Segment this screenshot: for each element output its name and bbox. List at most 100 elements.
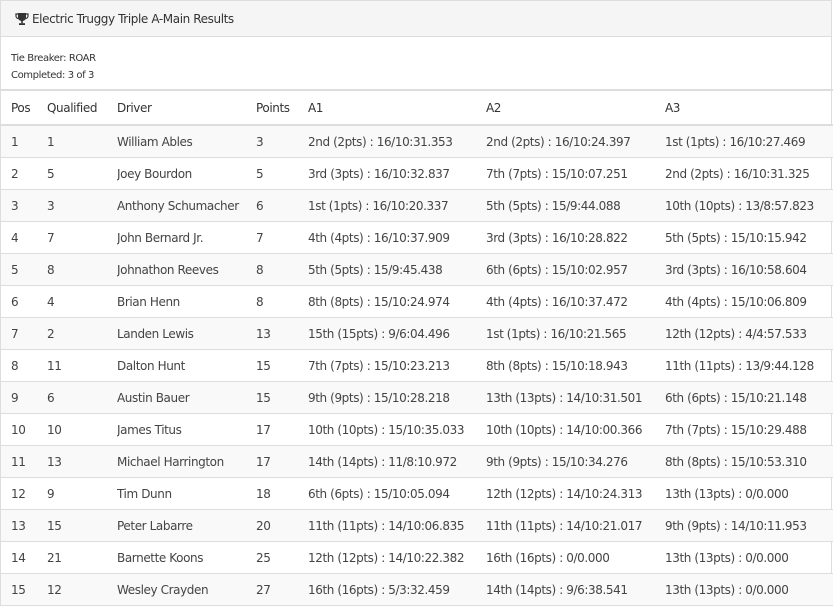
a1-cell: 7th (7pts) : 15/10:23.213: [308, 349, 486, 382]
pos-cell: 2: [1, 157, 47, 190]
a1-cell: 6th (6pts) : 15/10:05.094: [308, 477, 486, 510]
table-row: 9 6 Austin Bauer 15 9th (9pts) : 15/10:28.21…: [1, 381, 833, 414]
panel-heading: Electric Truggy Triple A-Main Results: [1, 1, 831, 37]
table-row: 15 12 Wesley Crayden 27 16th (16pts) : 5/3:3…: [1, 573, 833, 606]
a1-cell: 2nd (2pts) : 16/10:31.353: [308, 125, 486, 158]
qualified-cell: 3: [47, 189, 117, 222]
a1-cell: 10th (10pts) : 15/10:35.033: [308, 413, 486, 446]
driver-cell: Tim Dunn: [117, 477, 256, 510]
a3-cell: 13th (13pts) : 0/0.000: [665, 541, 833, 574]
a2-cell: 5th (5pts) : 15/9:44.088: [486, 189, 665, 222]
a2-cell: 1st (1pts) : 16/10:21.565: [486, 317, 665, 350]
points-cell: 13: [256, 317, 308, 350]
a2-cell: 8th (8pts) : 15/10:18.943: [486, 349, 665, 382]
qualified-cell: 5: [47, 157, 117, 190]
driver-cell: John Bernard Jr.: [117, 221, 256, 254]
a2-cell: 11th (11pts) : 14/10:21.017: [486, 509, 665, 542]
table-row: 2 5 Joey Bourdon 5 3rd (3pts) : 16/10:32.837…: [1, 157, 833, 190]
table-row: 12 9 Tim Dunn 18 6th (6pts) : 15/10:05.094 12…: [1, 477, 833, 510]
table-row: 6 4 Brian Henn 8 8th (8pts) : 15/10:24.974 4t…: [1, 285, 833, 318]
qualified-cell: 13: [47, 445, 117, 478]
header-points[interactable]: Points: [256, 89, 308, 126]
a1-cell: 12th (12pts) : 14/10:22.382: [308, 541, 486, 574]
results-body: 1 1 William Ables 3 2nd (2pts) : 16/10:31.35…: [1, 125, 833, 606]
a3-cell: 2nd (2pts) : 16/10:31.325: [665, 157, 833, 190]
a3-cell: 5th (5pts) : 15/10:15.942: [665, 221, 833, 254]
table-row: 4 7 John Bernard Jr. 7 4th (4pts) : 16/10:37…: [1, 221, 833, 254]
pos-cell: 10: [1, 413, 47, 446]
table-row: 10 10 James Titus 17 10th (10pts) : 15/10:35…: [1, 413, 833, 446]
a2-cell: 14th (14pts) : 9/6:38.541: [486, 573, 665, 606]
pos-cell: 15: [1, 573, 47, 606]
points-cell: 15: [256, 381, 308, 414]
qualified-cell: 8: [47, 253, 117, 286]
table-row: 3 3 Anthony Schumacher 6 1st (1pts) : 16/10:…: [1, 189, 833, 222]
points-cell: 15: [256, 349, 308, 382]
a3-cell: 7th (7pts) : 15/10:29.488: [665, 413, 833, 446]
points-cell: 17: [256, 445, 308, 478]
header-a2[interactable]: A2: [486, 89, 665, 126]
a1-cell: 9th (9pts) : 15/10:28.218: [308, 381, 486, 414]
table-row: 7 2 Landen Lewis 13 15th (15pts) : 9/6:04.49…: [1, 317, 833, 350]
a1-cell: 14th (14pts) : 11/8:10.972: [308, 445, 486, 478]
table-row: 14 21 Barnette Koons 25 12th (12pts) : 14/10…: [1, 541, 833, 574]
driver-cell: Anthony Schumacher: [117, 189, 256, 222]
driver-cell: Landen Lewis: [117, 317, 256, 350]
header-pos[interactable]: Pos: [1, 89, 47, 126]
qualified-cell: 11: [47, 349, 117, 382]
driver-cell: William Ables: [117, 125, 256, 158]
panel-title: Electric Truggy Triple A-Main Results: [32, 11, 234, 26]
a3-cell: 9th (9pts) : 14/10:11.953: [665, 509, 833, 542]
race-meta: Tie Breaker: ROAR Completed: 3 of 3: [1, 37, 831, 89]
qualified-cell: 12: [47, 573, 117, 606]
driver-cell: Dalton Hunt: [117, 349, 256, 382]
table-row: 5 8 Johnathon Reeves 8 5th (5pts) : 15/9:45.…: [1, 253, 833, 286]
header-driver[interactable]: Driver: [117, 89, 256, 126]
a2-cell: 3rd (3pts) : 16/10:28.822: [486, 221, 665, 254]
a3-cell: 4th (4pts) : 15/10:06.809: [665, 285, 833, 318]
table-row: 8 11 Dalton Hunt 15 7th (7pts) : 15/10:23.21…: [1, 349, 833, 382]
a2-cell: 13th (13pts) : 14/10:31.501: [486, 381, 665, 414]
points-cell: 27: [256, 573, 308, 606]
a1-cell: 5th (5pts) : 15/9:45.438: [308, 253, 486, 286]
a1-cell: 1st (1pts) : 16/10:20.337: [308, 189, 486, 222]
points-cell: 5: [256, 157, 308, 190]
tie-breaker-text: Tie Breaker: ROAR: [11, 53, 96, 64]
trophy-icon: [15, 12, 29, 26]
a1-cell: 8th (8pts) : 15/10:24.974: [308, 285, 486, 318]
pos-cell: 1: [1, 125, 47, 158]
results-panel: Electric Truggy Triple A-Main Results Ti…: [0, 0, 833, 606]
qualified-cell: 9: [47, 477, 117, 510]
qualified-cell: 7: [47, 221, 117, 254]
driver-cell: Wesley Crayden: [117, 573, 256, 606]
a2-cell: 12th (12pts) : 14/10:24.313: [486, 477, 665, 510]
pos-cell: 14: [1, 541, 47, 574]
a3-cell: 13th (13pts) : 0/0.000: [665, 477, 833, 510]
a3-cell: 12th (12pts) : 4/4:57.533: [665, 317, 833, 350]
pos-cell: 8: [1, 349, 47, 382]
driver-cell: James Titus: [117, 413, 256, 446]
a3-cell: 6th (6pts) : 15/10:21.148: [665, 381, 833, 414]
pos-cell: 3: [1, 189, 47, 222]
qualified-cell: 21: [47, 541, 117, 574]
points-cell: 6: [256, 189, 308, 222]
points-cell: 8: [256, 253, 308, 286]
a1-cell: 16th (16pts) : 5/3:32.459: [308, 573, 486, 606]
points-cell: 20: [256, 509, 308, 542]
header-qualified[interactable]: Qualified: [47, 89, 117, 126]
a2-cell: 7th (7pts) : 15/10:07.251: [486, 157, 665, 190]
pos-cell: 7: [1, 317, 47, 350]
driver-cell: Brian Henn: [117, 285, 256, 318]
pos-cell: 9: [1, 381, 47, 414]
a2-cell: 4th (4pts) : 16/10:37.472: [486, 285, 665, 318]
header-a3[interactable]: A3: [665, 89, 833, 126]
driver-cell: Johnathon Reeves: [117, 253, 256, 286]
header-a1[interactable]: A1: [308, 89, 486, 126]
pos-cell: 12: [1, 477, 47, 510]
driver-cell: Barnette Koons: [117, 541, 256, 574]
qualified-cell: 4: [47, 285, 117, 318]
pos-cell: 5: [1, 253, 47, 286]
table-header-row: Pos Qualified Driver Points A1 A2 A3: [1, 89, 833, 126]
points-cell: 25: [256, 541, 308, 574]
completed-text: Completed: 3 of 3: [11, 70, 95, 81]
